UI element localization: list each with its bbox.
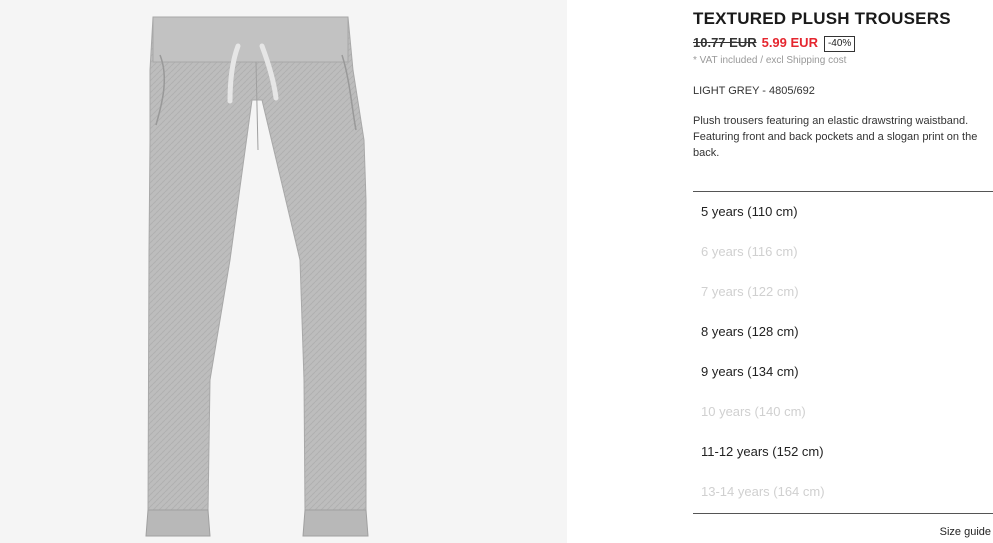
- size-list: 5 years (110 cm) 6 years (116 cm) 7 year…: [693, 192, 993, 512]
- old-price: 10.77 EUR: [693, 35, 757, 50]
- product-image[interactable]: [0, 0, 567, 543]
- size-option[interactable]: 7 years (122 cm): [693, 272, 993, 312]
- size-option[interactable]: 8 years (128 cm): [693, 312, 993, 352]
- size-option[interactable]: 10 years (140 cm): [693, 392, 993, 432]
- product-title: TEXTURED PLUSH TROUSERS: [693, 9, 951, 28]
- size-option[interactable]: 9 years (134 cm): [693, 352, 993, 392]
- size-option[interactable]: 5 years (110 cm): [693, 192, 993, 232]
- product-description: Plush trousers featuring an elastic draw…: [693, 115, 978, 159]
- price-row: 10.77 EUR 5.99 EUR -40%: [693, 34, 856, 52]
- size-option[interactable]: 11-12 years (152 cm): [693, 432, 993, 472]
- product-info: TEXTURED PLUSH TROUSERS 10.77 EUR 5.99 EU…: [693, 0, 993, 543]
- vat-note: * VAT included / excl Shipping cost: [693, 55, 847, 66]
- discount-badge: -40%: [823, 36, 856, 52]
- size-option[interactable]: 6 years (116 cm): [693, 232, 993, 272]
- sizes-bottom-divider: [693, 513, 993, 514]
- size-option[interactable]: 13-14 years (164 cm): [693, 472, 993, 512]
- sale-price: 5.99 EUR: [761, 35, 818, 50]
- color-reference: LIGHT GREY - 4805/692: [693, 85, 815, 97]
- size-guide-link[interactable]: Size guide: [940, 526, 991, 538]
- trousers-image: [145, 16, 369, 537]
